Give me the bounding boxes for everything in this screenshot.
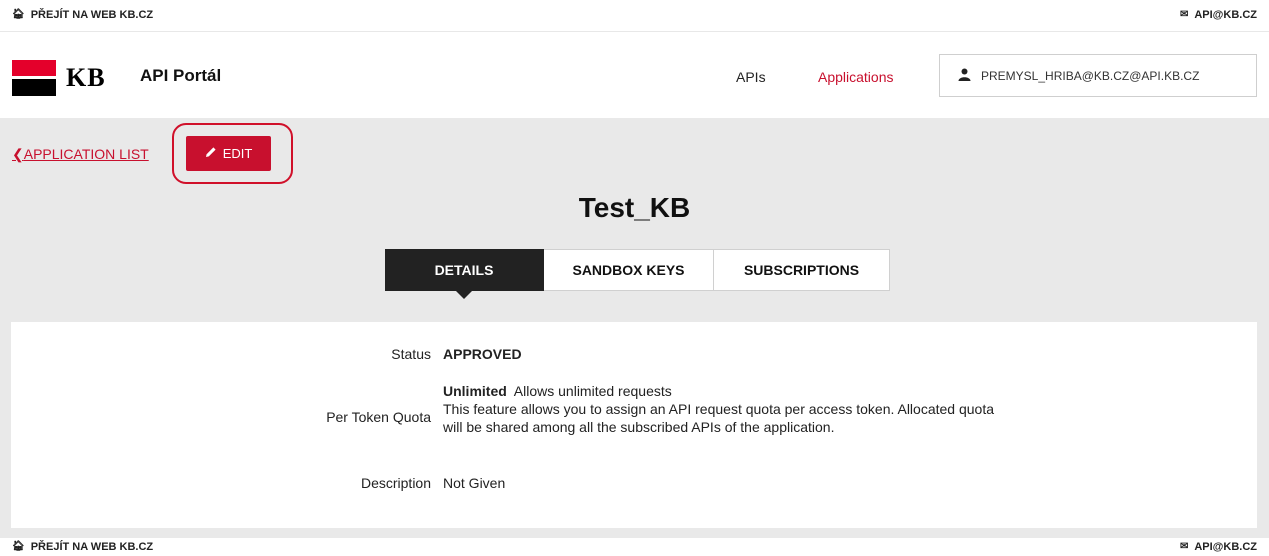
envelope-icon: ✉: [1179, 9, 1189, 20]
footer-email-link-label: API@KB.CZ: [1194, 541, 1257, 553]
quota-help-line1: This feature allows you to assign an API…: [443, 401, 995, 417]
email-link-label: API@KB.CZ: [1194, 9, 1257, 21]
footer-email-link[interactable]: ✉ API@KB.CZ: [1180, 541, 1257, 553]
user-email: PREMYSL_HRIBA@KB.CZ@API.KB.CZ: [981, 68, 1200, 83]
tab-details[interactable]: DETAILS: [385, 249, 544, 299]
header: KB API Portál APIs Applications PREMYSL_…: [0, 32, 1269, 118]
status-value: APPROVED: [443, 346, 522, 362]
tab-subscriptions-label: SUBSCRIPTIONS: [743, 262, 860, 278]
quota-value: Unlimited Allows unlimited requests This…: [443, 382, 994, 436]
status-label: Status: [391, 346, 431, 362]
home-icon: 🏠︎: [12, 9, 25, 20]
footer-kb-web-link-label: PŘEJÍT NA WEB KB.CZ: [30, 541, 154, 553]
tab-sandbox-keys-label: SANDBOX KEYS: [572, 262, 685, 278]
kb-logo-text: KB: [66, 63, 106, 92]
quota-label: Per Token Quota: [326, 409, 431, 425]
kb-logo[interactable]: KB: [12, 60, 106, 96]
kb-web-link-label: PŘEJÍT NA WEB KB.CZ: [30, 9, 154, 21]
application-tabs: DETAILS SANDBOX KEYS SUBSCRIPTIONS: [385, 249, 890, 299]
user-menu[interactable]: PREMYSL_HRIBA@KB.CZ@API.KB.CZ: [939, 54, 1257, 97]
top-bar: 🏠︎ PŘEJÍT NA WEB KB.CZ ✉ API@KB.CZ: [0, 0, 1269, 32]
active-tab-caret: [455, 290, 473, 299]
home-icon: 🏠︎: [12, 541, 25, 552]
description-value: Not Given: [443, 475, 506, 491]
footer-kb-web-link[interactable]: 🏠︎ PŘEJÍT NA WEB KB.CZ: [12, 541, 153, 553]
quota-value-title: Unlimited: [443, 383, 507, 399]
description-label: Description: [360, 475, 431, 491]
email-link[interactable]: ✉ API@KB.CZ: [1180, 9, 1257, 21]
application-list-link[interactable]: ❮APPLICATION LIST: [12, 146, 149, 163]
kb-logo-mark: [12, 60, 56, 96]
pencil-icon: [205, 146, 217, 161]
user-icon: [958, 68, 971, 84]
main-content: ❮APPLICATION LIST EDIT Test_KB DETAILS S…: [0, 118, 1269, 538]
application-list-label: APPLICATION LIST: [23, 146, 149, 162]
application-title: Test_KB: [578, 192, 691, 223]
nav-apis[interactable]: APIs: [736, 69, 766, 85]
nav-applications[interactable]: Applications: [818, 69, 894, 85]
kb-web-link[interactable]: 🏠︎ PŘEJÍT NA WEB KB.CZ: [12, 9, 153, 21]
details-card: Status APPROVED Per Token Quota Unlimite…: [11, 322, 1257, 528]
footer: 🏠︎ PŘEJÍT NA WEB KB.CZ ✉ API@KB.CZ: [0, 538, 1269, 556]
envelope-icon: ✉: [1179, 541, 1189, 552]
quota-help-line2: will be shared among all the subscribed …: [443, 419, 835, 435]
tab-sandbox-keys[interactable]: SANDBOX KEYS: [544, 249, 714, 291]
chevron-left-icon: ❮: [12, 146, 24, 162]
tab-subscriptions[interactable]: SUBSCRIPTIONS: [714, 249, 890, 291]
portal-title: API Portál: [140, 66, 222, 85]
quota-value-desc: Allows unlimited requests: [513, 383, 672, 399]
edit-button-label: EDIT: [222, 146, 253, 161]
tab-details-label: DETAILS: [434, 262, 494, 278]
edit-button[interactable]: EDIT: [186, 136, 271, 171]
